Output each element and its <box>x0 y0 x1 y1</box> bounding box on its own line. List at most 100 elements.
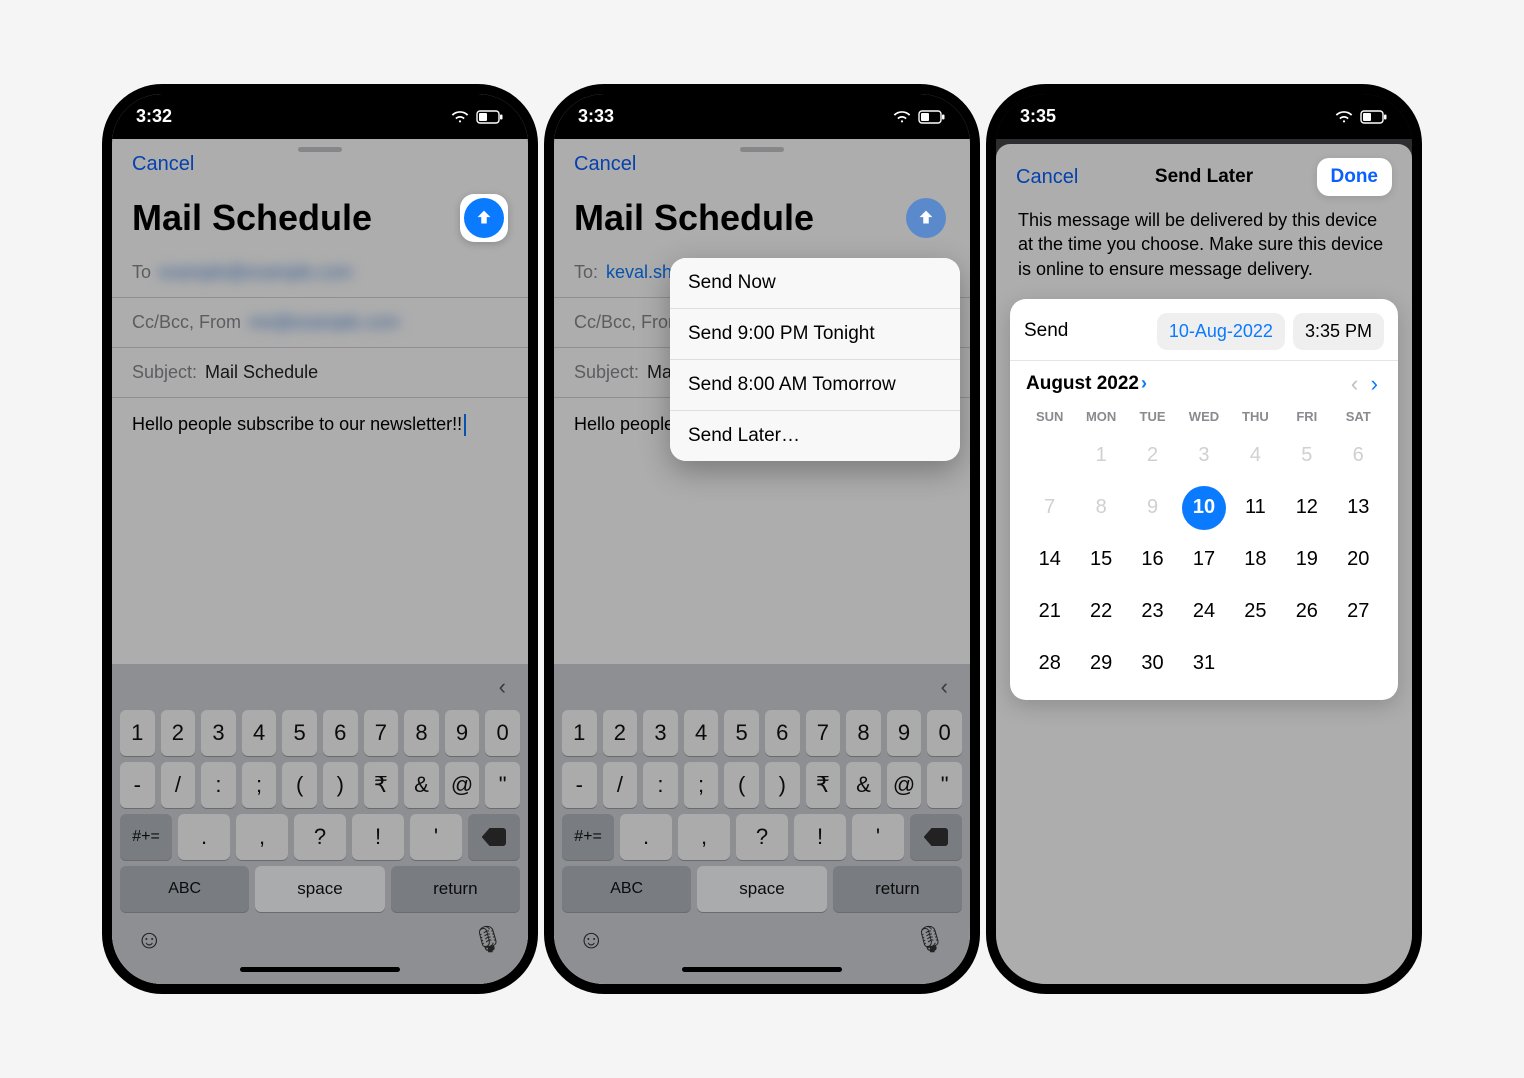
key[interactable]: ) <box>765 762 800 808</box>
calendar-day[interactable]: 5 <box>1281 430 1332 482</box>
key[interactable]: ' <box>410 814 462 860</box>
mic-icon[interactable]: 🎙 <box>913 924 946 955</box>
key[interactable]: 5 <box>724 710 759 756</box>
cancel-button[interactable]: Cancel <box>132 153 194 176</box>
key[interactable]: ! <box>352 814 404 860</box>
keyboard[interactable]: ‹1234567890-/:;()₹&@"#+=.,?!'ABCspaceret… <box>554 664 970 984</box>
calendar-day[interactable]: 29 <box>1075 638 1126 690</box>
key[interactable]: ; <box>242 762 277 808</box>
key[interactable]: ₹ <box>806 762 841 808</box>
key[interactable]: @ <box>887 762 922 808</box>
menu-send-now[interactable]: Send Now <box>670 258 960 309</box>
key[interactable]: 1 <box>562 710 597 756</box>
key[interactable]: ₹ <box>364 762 399 808</box>
calendar-day[interactable]: 2 <box>1127 430 1178 482</box>
key-symbols[interactable]: #+= <box>120 814 172 860</box>
key[interactable]: 9 <box>445 710 480 756</box>
key[interactable]: 5 <box>282 710 317 756</box>
key[interactable]: 0 <box>485 710 520 756</box>
calendar-day[interactable]: 15 <box>1075 534 1126 586</box>
calendar-day[interactable]: 23 <box>1127 586 1178 638</box>
key[interactable]: 8 <box>404 710 439 756</box>
calendar-day[interactable]: 6 <box>1333 430 1384 482</box>
ccbcc-field[interactable]: Cc/Bcc, From me@example.com <box>112 298 528 348</box>
home-indicator[interactable] <box>682 967 842 972</box>
key[interactable]: - <box>120 762 155 808</box>
key[interactable]: 2 <box>603 710 638 756</box>
key[interactable]: 8 <box>846 710 881 756</box>
key[interactable]: 4 <box>684 710 719 756</box>
calendar-day[interactable]: 30 <box>1127 638 1178 690</box>
home-indicator[interactable] <box>240 967 400 972</box>
key[interactable]: : <box>643 762 678 808</box>
month-selector[interactable]: August 2022 › <box>1026 373 1147 395</box>
key[interactable]: @ <box>445 762 480 808</box>
key[interactable]: , <box>678 814 730 860</box>
cancel-button[interactable]: Cancel <box>574 153 636 176</box>
key-symbols[interactable]: #+= <box>562 814 614 860</box>
key[interactable]: . <box>178 814 230 860</box>
keyboard-collapse-icon[interactable]: ‹ <box>499 674 506 700</box>
key[interactable]: ' <box>852 814 904 860</box>
key[interactable]: 9 <box>887 710 922 756</box>
calendar-day[interactable]: 28 <box>1024 638 1075 690</box>
key[interactable]: ( <box>282 762 317 808</box>
key-abc[interactable]: ABC <box>120 866 249 912</box>
calendar-day[interactable]: 27 <box>1333 586 1384 638</box>
calendar-day[interactable]: 4 <box>1230 430 1281 482</box>
subject-field[interactable]: Subject: Mail Schedule <box>112 348 528 398</box>
emoji-icon[interactable]: ☺ <box>578 924 605 955</box>
date-pill[interactable]: 10-Aug-2022 <box>1157 313 1285 350</box>
key[interactable]: : <box>201 762 236 808</box>
key[interactable]: 0 <box>927 710 962 756</box>
key[interactable]: 3 <box>643 710 678 756</box>
calendar-day[interactable]: 1 <box>1075 430 1126 482</box>
calendar-day[interactable]: 9 <box>1127 482 1178 534</box>
calendar-day[interactable]: 31 <box>1178 638 1229 690</box>
key[interactable]: " <box>927 762 962 808</box>
key[interactable]: 1 <box>120 710 155 756</box>
calendar-day[interactable]: 19 <box>1281 534 1332 586</box>
key[interactable]: ! <box>794 814 846 860</box>
key-abc[interactable]: ABC <box>562 866 691 912</box>
calendar-day[interactable]: 16 <box>1127 534 1178 586</box>
key[interactable]: / <box>603 762 638 808</box>
menu-send-tonight[interactable]: Send 9:00 PM Tonight <box>670 309 960 360</box>
calendar-day[interactable]: 10 <box>1178 482 1229 534</box>
menu-send-tomorrow[interactable]: Send 8:00 AM Tomorrow <box>670 360 960 411</box>
next-month[interactable]: › <box>1367 371 1382 396</box>
key[interactable]: " <box>485 762 520 808</box>
calendar-day[interactable]: 26 <box>1281 586 1332 638</box>
sheet-grabber[interactable] <box>740 147 784 152</box>
done-button[interactable]: Done <box>1317 158 1393 196</box>
key[interactable]: 7 <box>806 710 841 756</box>
key[interactable]: - <box>562 762 597 808</box>
key-space[interactable]: space <box>255 866 384 912</box>
key-space[interactable]: space <box>697 866 826 912</box>
keyboard[interactable]: ‹1234567890-/:;()₹&@"#+=.,?!'ABCspaceret… <box>112 664 528 984</box>
key[interactable]: & <box>846 762 881 808</box>
sheet-grabber[interactable] <box>298 147 342 152</box>
calendar-day[interactable]: 18 <box>1230 534 1281 586</box>
key[interactable]: , <box>236 814 288 860</box>
calendar-day[interactable]: 17 <box>1178 534 1229 586</box>
calendar-day[interactable]: 25 <box>1230 586 1281 638</box>
key-return[interactable]: return <box>391 866 520 912</box>
key[interactable]: & <box>404 762 439 808</box>
compose-body[interactable]: Hello people subscribe to our newsletter… <box>112 398 528 452</box>
calendar-day[interactable]: 13 <box>1333 482 1384 534</box>
calendar-day[interactable]: 20 <box>1333 534 1384 586</box>
to-field[interactable]: To example@example.com <box>112 248 528 298</box>
keyboard-collapse-icon[interactable]: ‹ <box>941 674 948 700</box>
emoji-icon[interactable]: ☺ <box>136 924 163 955</box>
send-button[interactable] <box>460 194 508 242</box>
key[interactable]: 2 <box>161 710 196 756</box>
prev-month[interactable]: ‹ <box>1347 371 1362 396</box>
backspace-key[interactable] <box>468 814 520 860</box>
time-pill[interactable]: 3:35 PM <box>1293 313 1384 350</box>
key[interactable]: ? <box>736 814 788 860</box>
calendar-day[interactable]: 3 <box>1178 430 1229 482</box>
key[interactable]: 6 <box>323 710 358 756</box>
calendar-day[interactable]: 8 <box>1075 482 1126 534</box>
key[interactable]: ( <box>724 762 759 808</box>
